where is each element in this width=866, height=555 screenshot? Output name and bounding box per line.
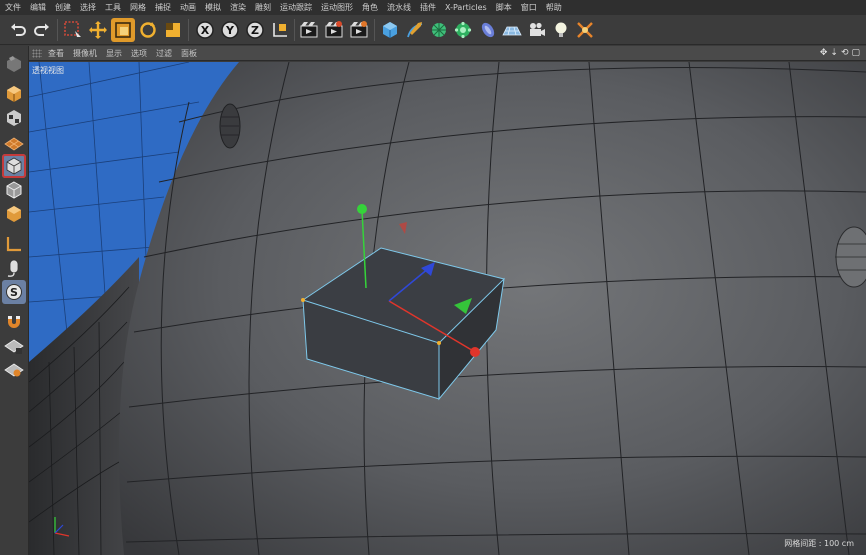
light-icon[interactable]	[549, 18, 573, 42]
grid-spacing-readout: 网格间距 : 100 cm	[784, 539, 854, 548]
menu-edit[interactable]: 编辑	[30, 2, 46, 13]
viewport-menu-view[interactable]: 查看	[48, 48, 64, 59]
axis-mode-icon[interactable]	[2, 232, 26, 256]
gizmo-x-handle[interactable]	[470, 347, 480, 357]
menu-snap[interactable]: 捕捉	[155, 2, 171, 13]
planar-workplane-icon[interactable]	[2, 358, 26, 382]
solo-mode-icon[interactable]: S	[2, 280, 26, 304]
snapping-icon[interactable]	[2, 310, 26, 334]
subdivision-surface-icon[interactable]	[427, 18, 451, 42]
menu-plugins[interactable]: 插件	[420, 2, 436, 13]
viewport-menu-panel[interactable]: 面板	[181, 48, 197, 59]
menu-create[interactable]: 创建	[55, 2, 71, 13]
polygons-mode-icon[interactable]	[2, 202, 26, 226]
viewport-menu-options[interactable]: 选项	[131, 48, 147, 59]
viewport-menu-filter[interactable]: 过滤	[156, 48, 172, 59]
main-toolbar: X Y Z	[0, 15, 866, 45]
viewport-scene[interactable]	[29, 62, 866, 555]
undo-icon[interactable]	[6, 18, 30, 42]
deformer-icon[interactable]	[476, 18, 500, 42]
workplane-lock-icon[interactable]	[2, 334, 26, 358]
pan-view-icon[interactable]: ✥	[820, 48, 828, 58]
rotate-tool-icon[interactable]	[136, 18, 160, 42]
array-cloner-icon[interactable]	[451, 18, 475, 42]
model-mode-icon[interactable]	[2, 82, 26, 106]
render-picture-viewer-icon[interactable]	[322, 18, 346, 42]
main-menu-bar: 文件 编辑 创建 选择 工具 网格 捕捉 动画 模拟 渲染 雕刻 运动跟踪 运动…	[0, 0, 866, 15]
edges-mode-icon[interactable]	[2, 178, 26, 202]
coordinate-system-icon[interactable]	[268, 18, 292, 42]
live-selection-icon[interactable]	[61, 18, 85, 42]
rotate-view-icon[interactable]: ⟲	[841, 48, 849, 58]
pen-spline-icon[interactable]	[403, 18, 427, 42]
toggle-view-icon[interactable]: ▢	[851, 48, 860, 58]
viewport-nav-icons: ✥ ⇣ ⟲ ▢	[820, 48, 860, 58]
menu-tools[interactable]: 工具	[105, 2, 121, 13]
make-editable-icon[interactable]	[2, 52, 26, 76]
panel-grip-icon[interactable]	[32, 48, 42, 58]
texture-mode-icon[interactable]	[2, 106, 26, 130]
gizmo-y-handle[interactable]	[357, 204, 367, 214]
viewport-label: 透视视图	[32, 66, 64, 75]
redo-icon[interactable]	[30, 18, 54, 42]
y-axis-label: Y	[225, 24, 235, 37]
viewport-menu-display[interactable]: 显示	[106, 48, 122, 59]
dolly-view-icon[interactable]: ⇣	[830, 48, 838, 58]
menu-x-particles[interactable]: X-Particles	[445, 3, 487, 12]
menu-motion-tracker[interactable]: 运动跟踪	[280, 2, 312, 13]
menu-select[interactable]: 选择	[80, 2, 96, 13]
render-view-icon[interactable]	[297, 18, 321, 42]
recent-tools-icon[interactable]	[161, 18, 185, 42]
render-settings-icon[interactable]	[347, 18, 371, 42]
scale-tool-icon[interactable]	[111, 18, 135, 42]
z-axis-label: Z	[251, 24, 259, 37]
camera-icon[interactable]	[525, 18, 549, 42]
menu-window[interactable]: 窗口	[521, 2, 537, 13]
viewport-menu-bar: 查看 摄像机 显示 选项 过滤 面板 ✥ ⇣ ⟲ ▢	[29, 46, 866, 61]
cube-primitive-icon[interactable]	[378, 18, 402, 42]
menu-character[interactable]: 角色	[362, 2, 378, 13]
menu-script[interactable]: 脚本	[496, 2, 512, 13]
menu-mograph[interactable]: 运动图形	[321, 2, 353, 13]
vertex-handle[interactable]	[301, 298, 305, 302]
points-mode-icon[interactable]	[2, 154, 26, 178]
menu-animate[interactable]: 动画	[180, 2, 196, 13]
left-mode-toolbar: S	[0, 46, 29, 555]
x-axis-label: X	[201, 24, 210, 37]
world-axis-indicator	[54, 517, 70, 537]
move-tool-icon[interactable]	[86, 18, 110, 42]
menu-file[interactable]: 文件	[5, 2, 21, 13]
tweak-mode-icon[interactable]	[2, 256, 26, 280]
perspective-viewport[interactable]: 透视视图 网格间距 : 100 cm	[29, 62, 866, 555]
cinema4d-window: 文件 编辑 创建 选择 工具 网格 捕捉 动画 模拟 渲染 雕刻 运动跟踪 运动…	[0, 0, 866, 555]
svg-text:S: S	[10, 286, 18, 299]
workplane-mode-icon[interactable]	[2, 130, 26, 154]
menu-mesh[interactable]: 网格	[130, 2, 146, 13]
vertex-handle[interactable]	[437, 341, 441, 345]
z-axis-lock-icon[interactable]: Z	[243, 18, 267, 42]
x-axis-lock-icon[interactable]: X	[193, 18, 217, 42]
menu-sculpt[interactable]: 雕刻	[255, 2, 271, 13]
effector-icon[interactable]	[573, 18, 597, 42]
menu-help[interactable]: 帮助	[546, 2, 562, 13]
menu-pipeline[interactable]: 流水线	[387, 2, 411, 13]
viewport-menu-cameras[interactable]: 摄像机	[73, 48, 97, 59]
floor-environment-icon[interactable]	[500, 18, 524, 42]
menu-simulate[interactable]: 模拟	[205, 2, 221, 13]
y-axis-lock-icon[interactable]: Y	[218, 18, 242, 42]
menu-render[interactable]: 渲染	[230, 2, 246, 13]
